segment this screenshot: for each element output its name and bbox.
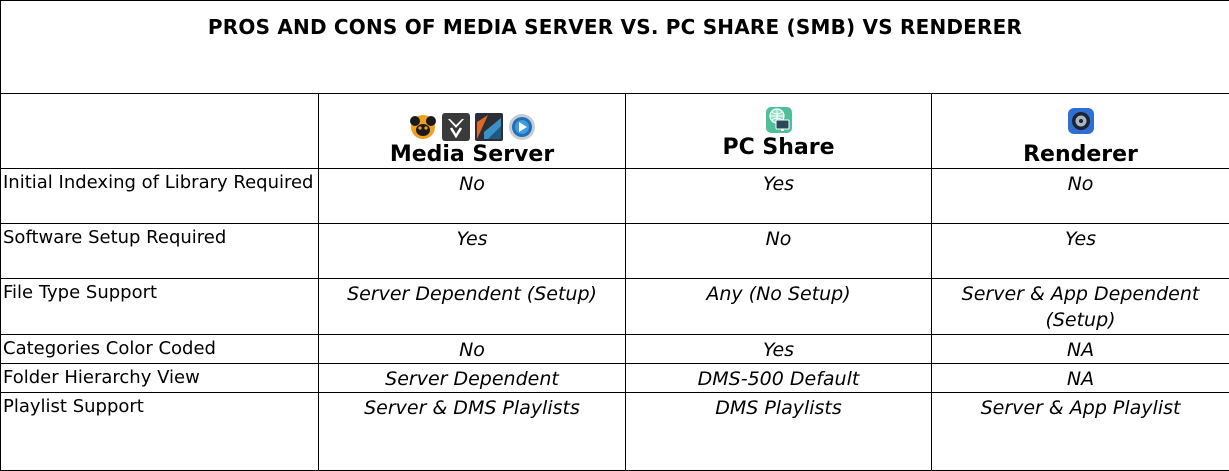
renderer-label: Renderer	[932, 136, 1229, 168]
media-server-icons	[319, 112, 625, 142]
value-cell: Server & App Dependent (Setup)	[932, 279, 1229, 335]
table-row: Playlist Support Server & DMS Playlists …	[1, 393, 1229, 471]
table-row: Initial Indexing of Library Required No …	[1, 169, 1229, 224]
value-cell: Any (No Setup)	[626, 279, 932, 335]
value-cell: DMS-500 Default	[626, 364, 932, 393]
network-pc-icon	[764, 105, 794, 135]
value-cell: Yes	[626, 169, 932, 224]
value-cell: NA	[932, 335, 1229, 364]
mediamonkey-icon	[408, 112, 438, 142]
value-cell: No	[932, 169, 1229, 224]
header-media-server: Media Server	[319, 94, 626, 169]
windows-media-player-icon	[507, 112, 537, 142]
feature-cell: Playlist Support	[1, 393, 319, 471]
table-row: Categories Color Coded No Yes NA	[1, 335, 1229, 364]
value-cell: NA	[932, 364, 1229, 393]
pc-share-label: PC Share	[626, 135, 931, 168]
table-title: PROS AND CONS OF MEDIA SERVER VS. PC SHA…	[1, 1, 1229, 39]
kodi-icon	[474, 112, 504, 142]
plex-icon	[441, 112, 471, 142]
comparison-table: PROS AND CONS OF MEDIA SERVER VS. PC SHA…	[0, 0, 1229, 471]
title-cell: PROS AND CONS OF MEDIA SERVER VS. PC SHA…	[1, 1, 1229, 94]
value-cell: Yes	[626, 335, 932, 364]
header-empty-cell	[1, 94, 319, 169]
table-row: Software Setup Required Yes No Yes	[1, 224, 1229, 279]
renderer-icons	[932, 106, 1229, 136]
table-row: Folder Hierarchy View Server Dependent D…	[1, 364, 1229, 393]
value-cell: Server & DMS Playlists	[319, 393, 626, 471]
value-cell: Server & App Playlist	[932, 393, 1229, 471]
header-row: Media Server PC Share	[1, 94, 1229, 169]
header-renderer: Renderer	[932, 94, 1229, 169]
value-cell: No	[626, 224, 932, 279]
value-cell: Yes	[932, 224, 1229, 279]
value-cell: No	[319, 335, 626, 364]
feature-cell: Categories Color Coded	[1, 335, 319, 364]
title-row: PROS AND CONS OF MEDIA SERVER VS. PC SHA…	[1, 1, 1229, 94]
pc-share-icons	[626, 105, 931, 135]
value-cell: Yes	[319, 224, 626, 279]
header-pc-share: PC Share	[626, 94, 932, 169]
value-cell: Server Dependent	[319, 364, 626, 393]
feature-cell: File Type Support	[1, 279, 319, 335]
speaker-app-icon	[1066, 106, 1096, 136]
media-server-label: Media Server	[319, 142, 625, 168]
feature-cell: Software Setup Required	[1, 224, 319, 279]
table-row: File Type Support Server Dependent (Setu…	[1, 279, 1229, 335]
value-cell: DMS Playlists	[626, 393, 932, 471]
feature-cell: Initial Indexing of Library Required	[1, 169, 319, 224]
feature-cell: Folder Hierarchy View	[1, 364, 319, 393]
value-cell: No	[319, 169, 626, 224]
value-cell: Server Dependent (Setup)	[319, 279, 626, 335]
